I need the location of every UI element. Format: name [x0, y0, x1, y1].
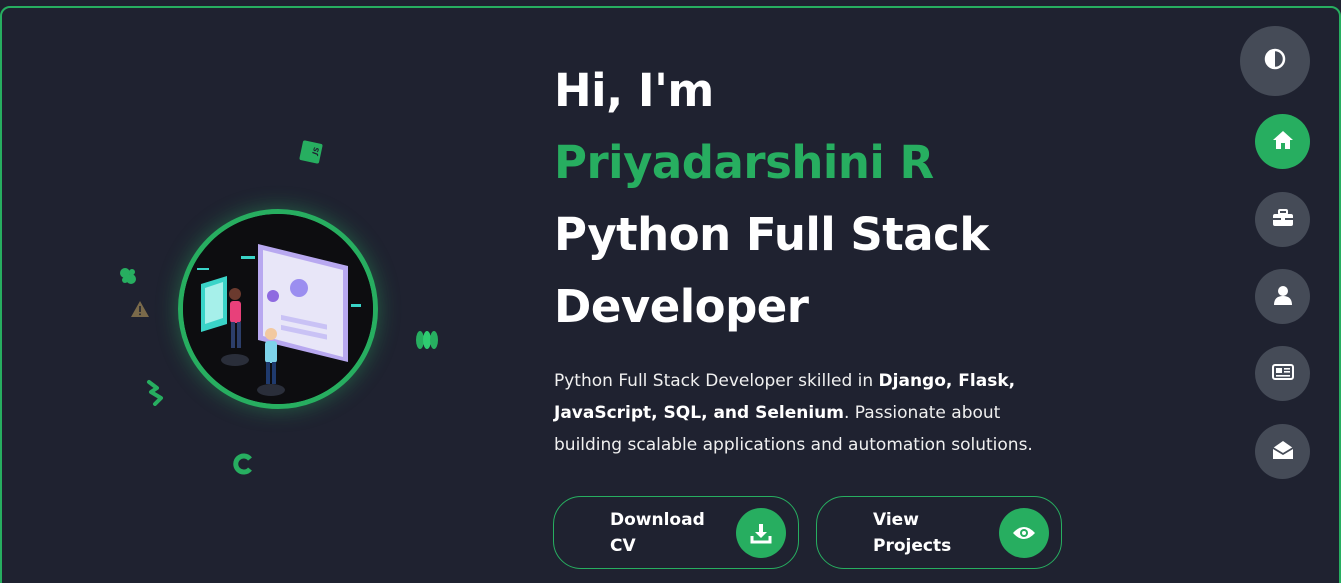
role-line-2: Developer — [554, 280, 809, 333]
skills-highlight-1: Django, Flask, — [878, 371, 1016, 391]
hero-actions: Download CV View Projects — [553, 496, 1062, 569]
nav-work-button[interactable] — [1255, 192, 1310, 247]
name-heading: Priyadarshini R — [554, 136, 934, 189]
python-icon — [117, 265, 139, 291]
greeting: Hi, I'm — [554, 64, 714, 117]
avatar — [178, 209, 378, 409]
download-cv-button[interactable]: Download CV — [553, 496, 799, 569]
javascript-icon: JS — [299, 140, 323, 168]
envelope-open-icon — [1272, 440, 1294, 464]
briefcase-icon — [1272, 208, 1294, 231]
home-icon — [1272, 130, 1294, 154]
role-line-1: Python Full Stack — [554, 208, 989, 261]
view-projects-button[interactable]: View Projects — [816, 496, 1062, 569]
contrast-icon — [1264, 48, 1286, 74]
eye-icon — [999, 507, 1049, 558]
user-icon — [1273, 285, 1292, 309]
nav-resume-button[interactable] — [1255, 346, 1310, 401]
newspaper-icon — [1271, 363, 1294, 384]
nav-home-button[interactable] — [1255, 114, 1310, 169]
skills-highlight-2: JavaScript, SQL, and Selenium — [554, 403, 844, 423]
download-cv-label: Download CV — [610, 509, 705, 556]
hero-text: Hi, I'm Priyadarshini R Python Full Stac… — [554, 55, 1094, 461]
download-icon — [736, 507, 786, 558]
swift-icon — [143, 378, 167, 410]
coins-icon — [414, 328, 440, 356]
intro-paragraph: Python Full Stack Developer skilled in D… — [554, 371, 1033, 455]
warning-icon — [130, 300, 150, 322]
nav-about-button[interactable] — [1255, 269, 1310, 324]
c-icon — [232, 452, 256, 480]
developer-illustration — [183, 214, 373, 404]
theme-toggle-button[interactable] — [1240, 26, 1310, 96]
view-projects-label: View Projects — [873, 509, 952, 556]
nav-contact-button[interactable] — [1255, 424, 1310, 479]
